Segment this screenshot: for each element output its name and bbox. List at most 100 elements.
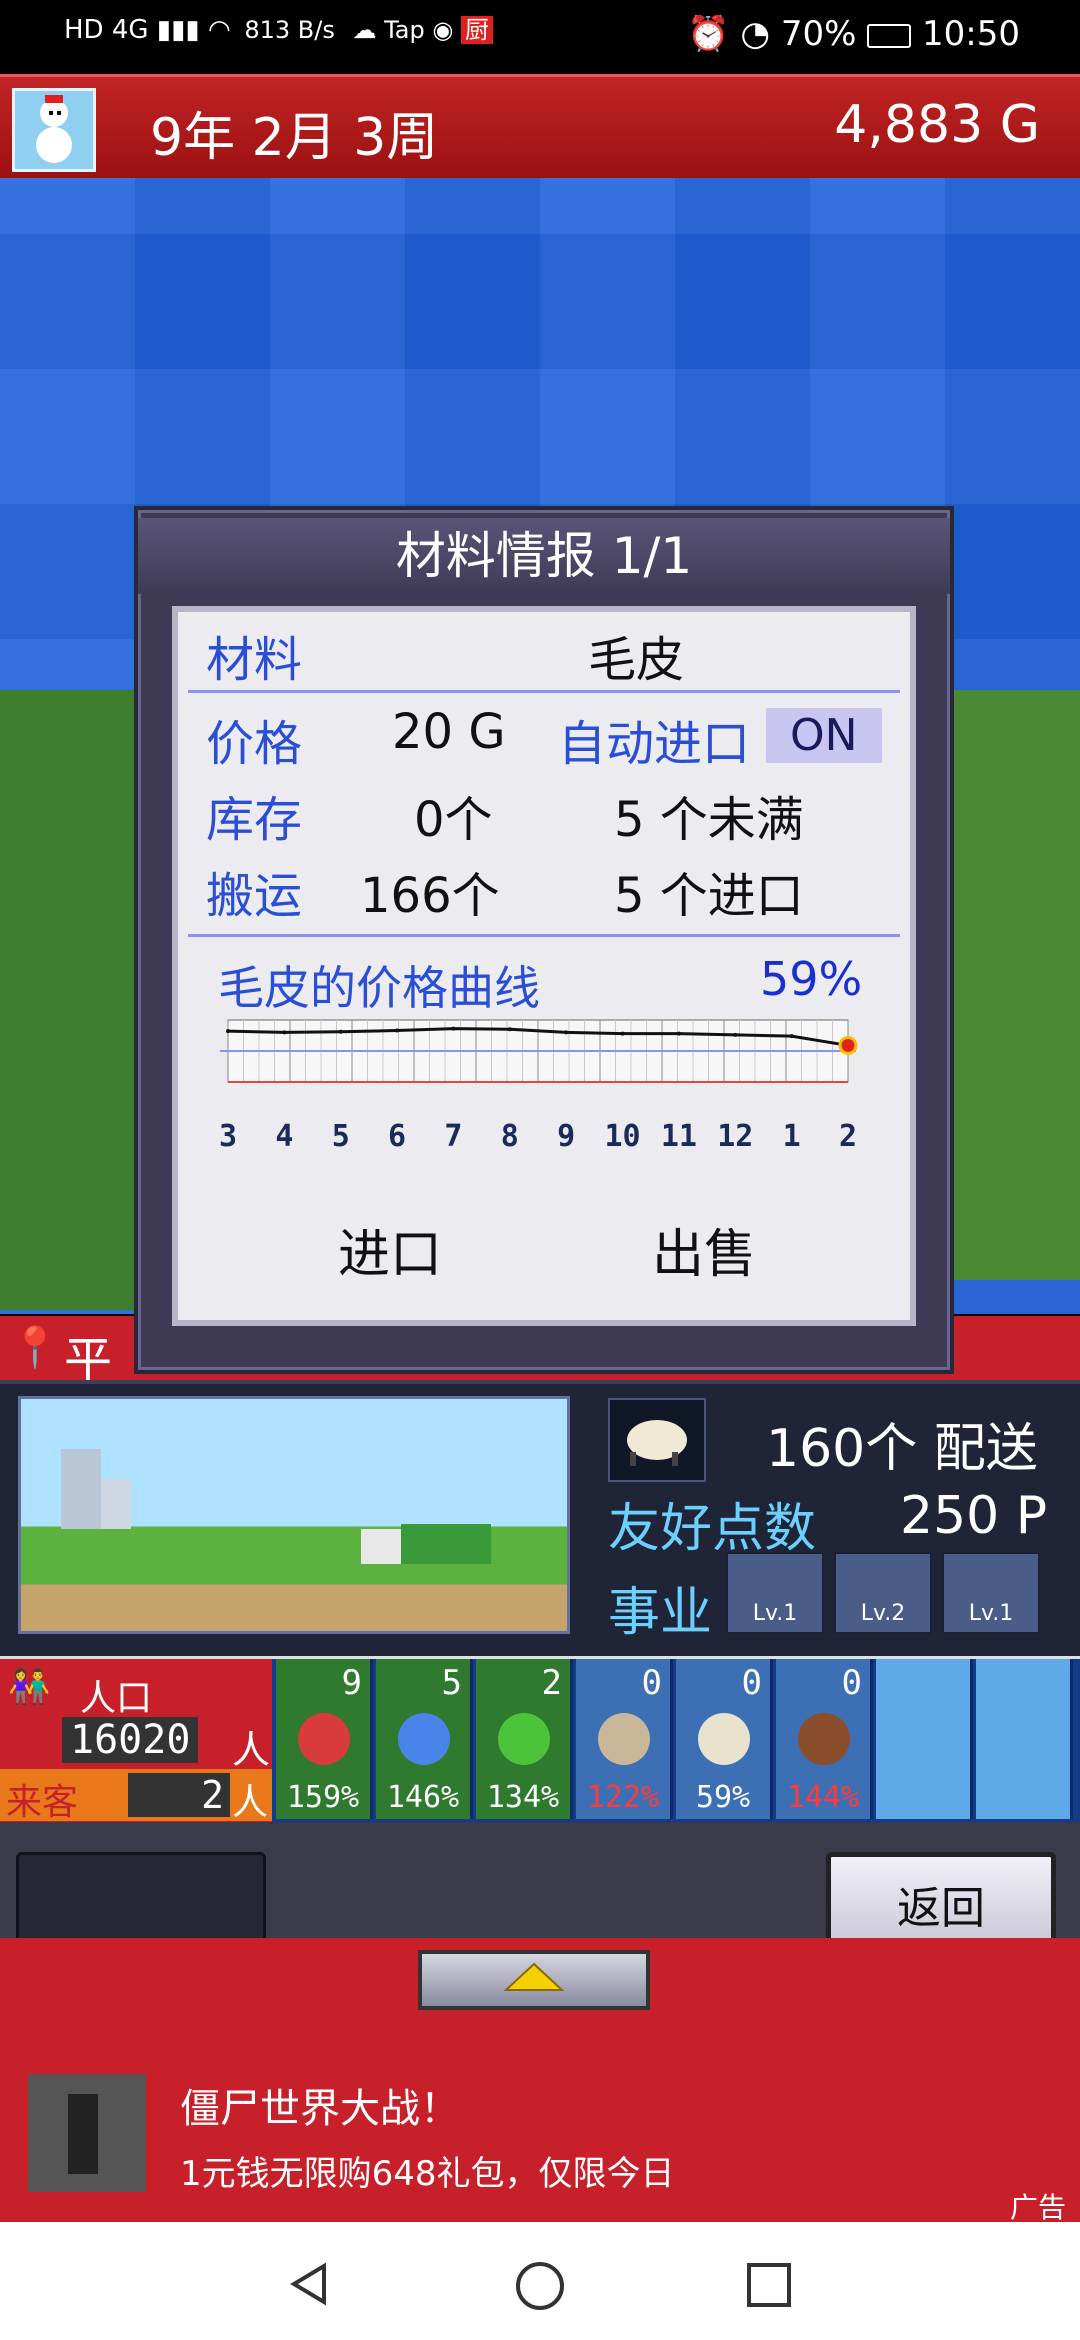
population-box: 👫 人口 16020 人 来客 2 人 [0,1659,272,1825]
town-scene-image[interactable] [18,1396,570,1634]
auto-import-toggle[interactable]: ON [766,708,882,763]
game-date: 9年 2月 3周 [150,108,439,168]
business-level-2[interactable]: Lv.2 [834,1552,932,1634]
home-nav-icon[interactable] [514,2260,566,2312]
import-button[interactable]: 进口 [338,1212,442,1287]
business-level-3[interactable]: Lv.1 [942,1552,1040,1634]
people-icon: 👫 [8,1667,51,1707]
network-speed-unit: B/s [297,16,335,44]
current-price-point [838,1035,858,1055]
import-count: 5 个进口 [614,868,804,924]
ad-title[interactable]: 僵尸世界大战！ [180,2076,460,2134]
speedometer-icon: ◔ [740,14,770,54]
resource-slot[interactable]: 9 159% [276,1659,373,1819]
game-header: 9年 2月 3周 4,883 G [0,74,1080,184]
resource-percent: 134% [486,1780,560,1815]
x-tick-label: 3 [219,1119,237,1154]
resource-percent: 122% [586,1780,660,1815]
shortage-value: 5 个未满 [614,792,804,848]
resource-icon [298,1713,350,1765]
resource-slots: 9 159% 5 146% 2 134% 0 122% 0 59% 0 144% [276,1659,1080,1825]
snowman-avatar-icon[interactable] [12,88,96,172]
x-tick-label: 5 [332,1119,350,1154]
resource-slot[interactable] [976,1659,1073,1819]
business-label: 事业 [608,1583,713,1643]
x-tick-label: 4 [275,1119,293,1154]
x-tick-label: 7 [444,1119,462,1154]
population-label: 人口 [80,1678,153,1719]
resource-icon [398,1713,450,1765]
resource-strip: 👫 人口 16020 人 来客 2 人 9 159% 5 146% 2 134% 0 122%… [0,1656,1080,1825]
population-value: 16020 [62,1717,199,1763]
resource-slot[interactable]: 0 122% [576,1659,673,1819]
price-curve-chart: 3 4 5 6 7 8 9 10 11 12 1 2 [219,1019,858,1154]
resource-slot[interactable] [876,1659,973,1819]
price-point [507,1027,512,1032]
resource-count: 0 [741,1663,762,1703]
resource-icon [798,1713,850,1765]
resource-icon [898,1713,950,1765]
ad-banner[interactable] [0,2058,1080,2222]
resource-slot[interactable]: 0 59% [676,1659,773,1819]
price-value: 20 G [392,704,506,760]
price-point [338,1029,343,1034]
x-tick-label: 9 [557,1119,575,1154]
visitors-value: 2 [128,1773,230,1817]
price-curve-title: 毛皮的价格曲线 [218,961,540,1015]
price-curve-percent: 59% [760,952,863,1006]
dialog-title: 材料情报 1/1 [138,518,950,594]
price-point [733,1032,738,1037]
visitors-unit: 人 [232,1782,269,1823]
map-land-left [0,690,140,1310]
status-right: ⏰ ◔ 70% 10:50 [687,14,1020,54]
x-tick-label: 6 [388,1119,406,1154]
business-level-1[interactable]: Lv.1 [726,1552,824,1634]
resource-percent: 159% [286,1780,360,1815]
transport-value: 166个 [360,868,500,924]
resource-icon [698,1713,750,1765]
material-info-dialog: 材料情报 1/1 材料 毛皮 价格 20 G 自动进口 ON 库存 0个 5 个… [134,506,954,1374]
material-label: 材料 [206,632,303,688]
ad-subtitle[interactable]: 1元钱无限购648礼包，仅限今日 [180,2146,675,2195]
friendship-label: 友好点数 [608,1499,817,1559]
population-unit: 人 [232,1728,271,1772]
friendship-value: 250 P [900,1486,1048,1546]
resource-icon [498,1713,550,1765]
ad-label: 广告 [1009,2191,1066,2224]
clock-time: 10:50 [922,14,1020,54]
resource-slot[interactable]: 2 134% [476,1659,573,1819]
x-tick-label: 1 [783,1119,801,1154]
visitors-bar: 来客 2 人 [0,1769,272,1823]
resource-icon [998,1713,1050,1765]
back-nav-icon[interactable] [286,2260,334,2308]
x-tick-label: 2 [839,1119,857,1154]
auto-import-label: 自动进口 [558,716,751,772]
stock-value: 0个 [414,792,493,848]
sheep-icon [608,1398,706,1482]
delivery-count: 160个 配送 [766,1419,1038,1479]
ad-thumbnail[interactable] [28,2074,146,2192]
price-point [564,1030,569,1035]
recents-nav-icon[interactable] [746,2262,792,2308]
resource-slot[interactable]: 0 144% [776,1659,873,1819]
resource-count: 2 [541,1663,562,1703]
price-point [676,1031,681,1036]
sell-button[interactable]: 出售 [652,1212,756,1287]
signal-icon: HD 4G ▮▮▮ ◠ [64,15,231,45]
map-land-right [940,690,1080,1280]
price-point [620,1031,625,1036]
x-tick-label: 11 [661,1119,697,1154]
alarm-icon: ⏰ [687,14,730,54]
resource-percent: 144% [786,1780,860,1815]
resource-percent: 146% [386,1780,460,1815]
battery-icon [867,23,912,48]
expand-up-button[interactable] [418,1950,650,2010]
resource-count: 5 [441,1663,462,1703]
divider [188,690,900,693]
price-point [226,1029,230,1034]
price-label: 价格 [206,716,303,772]
x-tick-label: 12 [717,1119,753,1154]
status-bar: HD 4G ▮▮▮ ◠ 813 B/s ☁ Tap ◉ 厨 ⏰ ◔ 70% 10… [0,0,1080,74]
system-nav-bar [0,2222,1080,2340]
resource-slot[interactable]: 5 146% [376,1659,473,1819]
